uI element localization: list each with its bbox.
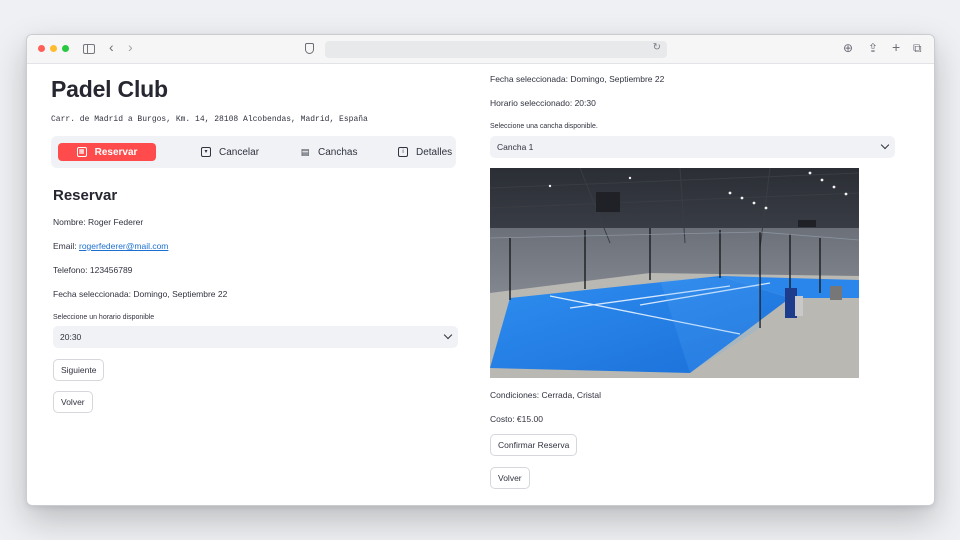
nav-label: Cancelar	[219, 146, 260, 158]
info-icon: i	[398, 147, 408, 157]
telefono-text: Telefono: 123456789	[53, 265, 133, 275]
calendar-x-icon: ▾	[201, 147, 211, 157]
volver-button-right[interactable]: Volver	[490, 467, 530, 489]
siguiente-button[interactable]: Siguiente	[53, 359, 105, 381]
horario-select[interactable]: 20:30	[53, 326, 458, 348]
nav-label: Reservar	[94, 146, 138, 158]
cancha-select-value: Cancha 1	[497, 142, 534, 152]
share-icon[interactable]: ⇪	[868, 41, 878, 55]
horario-select-label: Seleccione un horario disponible	[53, 314, 155, 321]
browser-toolbar: ‹ › ↻ ⊕ ⇪ + ⧉	[27, 35, 934, 64]
volver-button-left[interactable]: Volver	[53, 391, 93, 413]
minimize-window-button[interactable]	[50, 45, 57, 52]
nav-menu: ▦ Reservar ▾ Cancelar ▤ Canchas i Detall…	[51, 136, 456, 168]
nav-item-canchas[interactable]: ▤ Canchas	[300, 143, 358, 161]
chevron-down-icon	[443, 330, 453, 340]
section-heading-reservar: Reservar	[53, 187, 118, 204]
padel-court-illustration	[490, 168, 859, 378]
maximize-window-button[interactable]	[62, 45, 69, 52]
reload-icon[interactable]: ↻	[653, 42, 661, 53]
nav-item-reservar[interactable]: ▦ Reservar	[58, 143, 156, 161]
page-title: Padel Club	[51, 76, 168, 102]
browser-window: ‹ › ↻ ⊕ ⇪ + ⧉ Padel Club Carr. de Madrid…	[26, 34, 935, 506]
costo-text: Costo: €15.00	[490, 414, 543, 424]
horario-select-value: 20:30	[60, 332, 82, 342]
nav-label: Canchas	[318, 146, 358, 158]
nav-item-cancelar[interactable]: ▾ Cancelar	[201, 143, 259, 161]
download-icon[interactable]: ⊕	[843, 41, 853, 55]
nav-item-detalles[interactable]: i Detalles	[398, 143, 452, 161]
confirmar-reserva-button[interactable]: Confirmar Reserva	[490, 434, 578, 456]
horario-seleccionado-text: Horario seleccionado: 20:30	[490, 98, 596, 108]
condiciones-text: Condiciones: Cerrada, Cristal	[490, 390, 602, 400]
fecha-seleccionada-right: Fecha seleccionada: Domingo, Septiembre …	[490, 74, 665, 84]
calendar-icon: ▦	[76, 147, 87, 157]
court-photo	[490, 168, 859, 378]
fecha-text: Fecha seleccionada: Domingo, Septiembre …	[53, 289, 228, 299]
cancha-select[interactable]: Cancha 1	[490, 136, 895, 158]
forward-arrow-icon[interactable]: ›	[128, 39, 133, 55]
address-bar[interactable]: ↻	[325, 41, 667, 58]
nav-label: Detalles	[416, 146, 453, 158]
cancha-select-label: Seleccione una cancha disponible.	[490, 123, 598, 130]
email-link[interactable]: rogerfederer@mail.com	[79, 241, 168, 251]
new-tab-icon[interactable]: +	[892, 39, 900, 55]
tabs-overview-icon[interactable]: ⧉	[913, 41, 922, 56]
email-label: Email:	[53, 241, 79, 251]
privacy-shield-icon[interactable]	[305, 43, 314, 54]
email-text: Email: rogerfederer@mail.com	[53, 241, 168, 251]
nombre-text: Nombre: Roger Federer	[53, 217, 144, 227]
close-window-button[interactable]	[38, 45, 45, 52]
chevron-down-icon	[880, 140, 890, 150]
club-address: Carr. de Madrid a Burgos, Km. 14, 28108 …	[51, 115, 368, 124]
back-arrow-icon[interactable]: ‹	[109, 39, 114, 55]
sidebar-toggle-icon[interactable]	[83, 44, 95, 54]
building-icon: ▤	[300, 147, 310, 157]
